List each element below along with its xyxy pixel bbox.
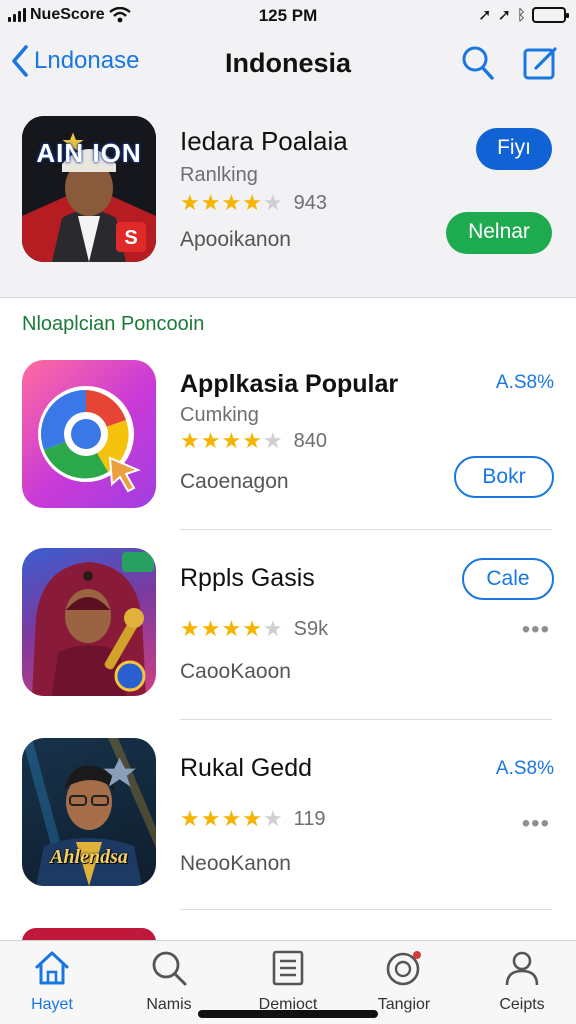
search-icon	[152, 951, 187, 986]
app-list-item[interactable]: Applkasia Popular Cumking ★ ★ ★ ★ ★ 840 Caoe…	[0, 340, 576, 530]
get-button[interactable]: Bokr	[454, 456, 554, 498]
rating-count: 119	[293, 807, 326, 830]
status-bar: NueScore 125 PM ➚ ➚ ᛒ	[0, 0, 576, 32]
featured-app-card[interactable]: S AIN ION Iedara Poalaia Ranlking ★ ★ ★ ★ ★ …	[0, 98, 576, 298]
featured-app-subtitle: Ranlking	[180, 164, 258, 186]
tab-target[interactable]: Tangior	[352, 949, 456, 1014]
chevron-left-icon	[12, 45, 28, 77]
target-icon	[386, 951, 421, 986]
more-options-icon[interactable]: •••	[522, 810, 550, 838]
home-indicator	[198, 1010, 378, 1018]
featured-primary-button[interactable]: Fiyı	[476, 128, 552, 170]
bluetooth-icon: ᛒ	[516, 6, 526, 24]
back-button[interactable]: Lndonase	[10, 44, 139, 78]
battery-icon	[532, 7, 569, 23]
rating-count: S9k	[293, 617, 329, 640]
nav-bar: Lndonase Indonesia	[0, 32, 576, 98]
featured-app-name: Iedara Poalaia	[180, 126, 348, 156]
app-name: Rppls Gasis	[180, 564, 315, 592]
featured-rating-count: 943	[293, 191, 328, 214]
app-icon	[22, 548, 156, 696]
rating-count: 840	[293, 429, 328, 452]
featured-secondary-button[interactable]: Nelnar	[446, 212, 552, 254]
get-button[interactable]: Cale	[462, 558, 554, 600]
location-icon: ➚	[497, 7, 511, 24]
app-list-item[interactable]: Rppls Gasis ★ ★ ★ ★ ★ S9k CaooKaoon Cale •••	[0, 530, 576, 720]
tab-search[interactable]: Namis	[117, 949, 221, 1014]
tab-home[interactable]: Hayet	[0, 949, 104, 1014]
tab-label: Hayet	[31, 996, 73, 1013]
svg-text:S: S	[124, 227, 137, 249]
app-icon	[22, 360, 156, 508]
more-options-icon[interactable]: •••	[522, 616, 550, 644]
tab-documents[interactable]: Demioct	[236, 949, 340, 1014]
tab-profile[interactable]: Ceipts	[470, 949, 574, 1014]
divider	[180, 909, 552, 910]
app-name: Applkasia Popular	[180, 370, 399, 398]
app-name: Rukal Gedd	[180, 754, 313, 782]
tab-label: Ceipts	[499, 996, 545, 1013]
app-category: Caoenagon	[180, 470, 289, 493]
person-icon	[505, 951, 539, 986]
featured-icon-text: AIN ION	[36, 138, 142, 168]
app-category: CaooKaoon	[180, 660, 291, 683]
document-icon	[272, 950, 304, 986]
app-icon: Ahlendsa	[22, 738, 156, 886]
app-category: NeooKanon	[180, 852, 291, 875]
section-title: Nloaplcian Poncooin	[22, 313, 205, 335]
compose-icon[interactable]	[522, 44, 558, 82]
app-rating: ★ ★ ★ ★ ★ 119	[180, 806, 326, 831]
app-rating: ★ ★ ★ ★ ★ S9k	[180, 616, 329, 641]
nav-actions	[460, 44, 558, 82]
app-rating: ★ ★ ★ ★ ★ 840	[180, 428, 328, 453]
app-price: A.S8%	[495, 758, 554, 779]
featured-rating: ★ ★ ★ ★ ★ 943	[180, 190, 328, 215]
app-price: A.S8%	[495, 372, 554, 393]
app-icon-text: Ahlendsa	[50, 846, 128, 868]
home-icon	[35, 951, 69, 985]
search-icon[interactable]	[460, 44, 496, 82]
back-label: Lndonase	[34, 47, 140, 74]
status-right: ➚ ➚ ᛒ	[478, 5, 569, 25]
location-icon: ➚	[478, 7, 492, 24]
app-list-item[interactable]: Ahlendsa Rukal Gedd ★ ★ ★ ★ ★ 119 NeooKanon …	[0, 720, 576, 910]
featured-app-category: Apooikanon	[180, 228, 291, 251]
featured-app-icon: S AIN ION	[22, 116, 156, 262]
app-subtitle: Cumking	[180, 404, 259, 426]
